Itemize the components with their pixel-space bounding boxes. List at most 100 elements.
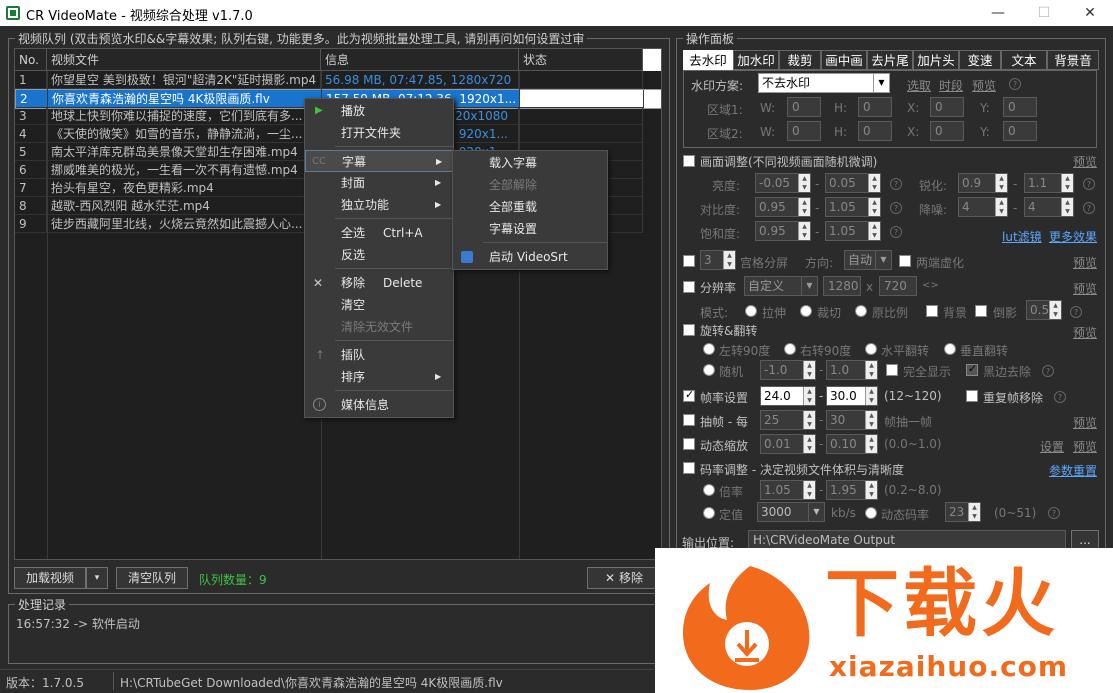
region1-h[interactable]: 0 — [858, 97, 892, 117]
help-icon[interactable]: ? — [1070, 306, 1082, 318]
contrast-min[interactable]: 0.95 ▲ ▼ — [755, 197, 811, 217]
zoom-preview-link[interactable]: 预览 — [1073, 438, 1097, 455]
scheme-select[interactable]: 不去水印 ▼ — [758, 73, 890, 93]
pick-link[interactable]: 选取 — [907, 77, 931, 94]
help-icon[interactable]: ? — [890, 202, 902, 214]
region1-x[interactable]: 0 — [930, 97, 964, 117]
extract-min[interactable]: 25 ▲ ▼ — [760, 410, 816, 430]
saturation-min[interactable]: 0.95 ▲ ▼ — [755, 221, 811, 241]
extract-preview-link[interactable]: 预览 — [1073, 414, 1097, 431]
reset-params-link[interactable]: 参数重置 — [1049, 462, 1097, 479]
help-icon[interactable]: ? — [1054, 391, 1066, 403]
region2-y[interactable]: 0 — [1003, 121, 1037, 141]
menu-invert-select[interactable]: 反选 — [305, 244, 453, 266]
help-icon[interactable]: ? — [1048, 507, 1060, 519]
denoise-max[interactable]: 4 ▲ ▼ — [1024, 197, 1074, 217]
ratio-radio[interactable] — [855, 305, 867, 317]
submenu-load-subtitle[interactable]: 载入字幕 — [453, 152, 607, 174]
zoom-settings-link[interactable]: 设置 — [1040, 438, 1064, 455]
timeslot-link[interactable]: 时段 — [939, 77, 963, 94]
sharpen-min[interactable]: 0.9 ▲ ▼ — [958, 173, 1008, 193]
dedup-checkbox[interactable] — [966, 390, 978, 402]
menu-sort[interactable]: 排序 ▶ — [305, 366, 453, 388]
menu-open-folder[interactable]: 打开文件夹 — [305, 122, 453, 144]
region2-w[interactable]: 0 — [787, 121, 821, 141]
lut-filter-link[interactable]: lut滤镜 — [1002, 228, 1042, 245]
menu-media-info[interactable]: i 媒体信息 — [305, 394, 453, 416]
submenu-launch-videosrt[interactable]: 启动 VideoSrt — [453, 246, 607, 268]
rotate-checkbox[interactable] — [683, 324, 695, 336]
help-icon[interactable]: ? — [1083, 202, 1095, 214]
sharpen-max[interactable]: 1.1 ▲ ▼ — [1024, 173, 1074, 193]
dynamic-value[interactable]: 23 ▲ ▼ — [945, 502, 981, 522]
brightness-min[interactable]: -0.05 ▲ ▼ — [755, 173, 811, 193]
more-effects-link[interactable]: 更多效果 — [1049, 228, 1097, 245]
resolution-preview-link[interactable]: 预览 — [1073, 280, 1097, 297]
bitrate-checkbox[interactable] — [683, 462, 695, 474]
left90-radio[interactable] — [703, 343, 715, 355]
crop-radio[interactable] — [800, 305, 812, 317]
grid-preview-link[interactable]: 预览 — [1073, 254, 1097, 271]
grid-count[interactable]: 3 ▲ ▼ — [700, 250, 736, 270]
tab-pip[interactable]: 画中画 — [821, 50, 867, 70]
multiple-min[interactable]: 1.05 ▲ ▼ — [760, 480, 816, 500]
tab-remove-ending[interactable]: 去片尾 — [867, 50, 913, 70]
load-dropdown-icon[interactable]: ▾ — [86, 567, 108, 589]
menu-cover[interactable]: 封面 ▶ — [305, 172, 453, 194]
swap-icon[interactable]: <> — [922, 280, 939, 291]
right90-radio[interactable] — [784, 343, 796, 355]
browse-button[interactable]: ... — [1071, 530, 1099, 550]
fixed-select[interactable]: 3000 ▼ — [757, 502, 825, 522]
grid-dir-select[interactable]: 自动 ▼ — [844, 250, 892, 270]
resolution-select[interactable]: 自定义 ▼ — [744, 276, 818, 296]
region2-x[interactable]: 0 — [930, 121, 964, 141]
clear-queue-button[interactable]: 清空队列 — [116, 567, 188, 589]
fulldisplay-checkbox[interactable] — [886, 364, 898, 376]
help-icon[interactable]: ? — [890, 178, 902, 190]
close-button[interactable]: ✕ — [1067, 0, 1113, 26]
submenu-unload-all[interactable]: 全部解除 — [453, 174, 607, 196]
extract-checkbox[interactable] — [683, 414, 695, 426]
region1-w[interactable]: 0 — [787, 97, 821, 117]
tab-add-watermark[interactable]: 加水印 — [733, 50, 779, 70]
tab-remove-watermark[interactable]: 去水印 — [683, 50, 733, 70]
tab-add-intro[interactable]: 加片头 — [913, 50, 959, 70]
table-row[interactable]: 1 你望星空 美到极致！银河"超清2K"延时摄影.mp4 56.98 MB, 07:… — [15, 71, 661, 89]
tab-bgm[interactable]: 背景音 — [1047, 50, 1099, 70]
help-icon[interactable]: ? — [1042, 365, 1054, 377]
multiple-radio[interactable] — [703, 484, 715, 496]
extract-max[interactable]: 30 ▲ ▼ — [826, 410, 878, 430]
stretch-radio[interactable] — [745, 305, 757, 317]
help-icon[interactable]: ? — [1083, 178, 1095, 190]
col-file[interactable]: 视频文件 — [47, 49, 321, 71]
denoise-min[interactable]: 4 ▲ ▼ — [958, 197, 1008, 217]
dynamic-radio[interactable] — [865, 507, 877, 519]
shadow-checkbox[interactable] — [975, 305, 987, 317]
blur-checkbox[interactable] — [899, 255, 911, 267]
random-max[interactable]: 1.0 ▲ ▼ — [826, 360, 878, 380]
tab-speed[interactable]: 变速 — [959, 50, 1001, 70]
bg-checkbox[interactable] — [926, 305, 938, 317]
random-min[interactable]: -1.0 ▲ ▼ — [760, 360, 816, 380]
saturation-max[interactable]: 1.05 ▲ ▼ — [825, 221, 881, 241]
resolution-height[interactable]: 720 — [879, 276, 917, 296]
col-info[interactable]: 信息 — [321, 49, 519, 71]
remove-button[interactable]: ✕ 移除 — [587, 567, 661, 589]
help-icon[interactable]: ? — [1009, 78, 1021, 90]
zoom-checkbox[interactable] — [683, 438, 695, 450]
region1-y[interactable]: 0 — [1003, 97, 1037, 117]
hflip-radio[interactable] — [865, 343, 877, 355]
zoom-max[interactable]: 0.10 ▲ ▼ — [826, 434, 878, 454]
contrast-max[interactable]: 1.05 ▲ ▼ — [825, 197, 881, 217]
fps-min[interactable]: 24.0 ▲ ▼ — [760, 386, 816, 406]
zoom-min[interactable]: 0.01 ▲ ▼ — [760, 434, 816, 454]
col-no[interactable]: No. — [15, 49, 47, 71]
resolution-width[interactable]: 1280 — [823, 276, 861, 296]
adjust-checkbox[interactable] — [683, 155, 695, 167]
menu-select-all[interactable]: 全选 Ctrl+A — [305, 222, 453, 244]
tab-crop[interactable]: 裁剪 — [779, 50, 821, 70]
help-icon[interactable]: ? — [890, 226, 902, 238]
shadow-value[interactable]: 0.5 ▲ ▼ — [1026, 300, 1062, 320]
menu-insert[interactable]: ↑ 插队 — [305, 344, 453, 366]
menu-clear-invalid[interactable]: 清除无效文件 — [305, 316, 453, 338]
